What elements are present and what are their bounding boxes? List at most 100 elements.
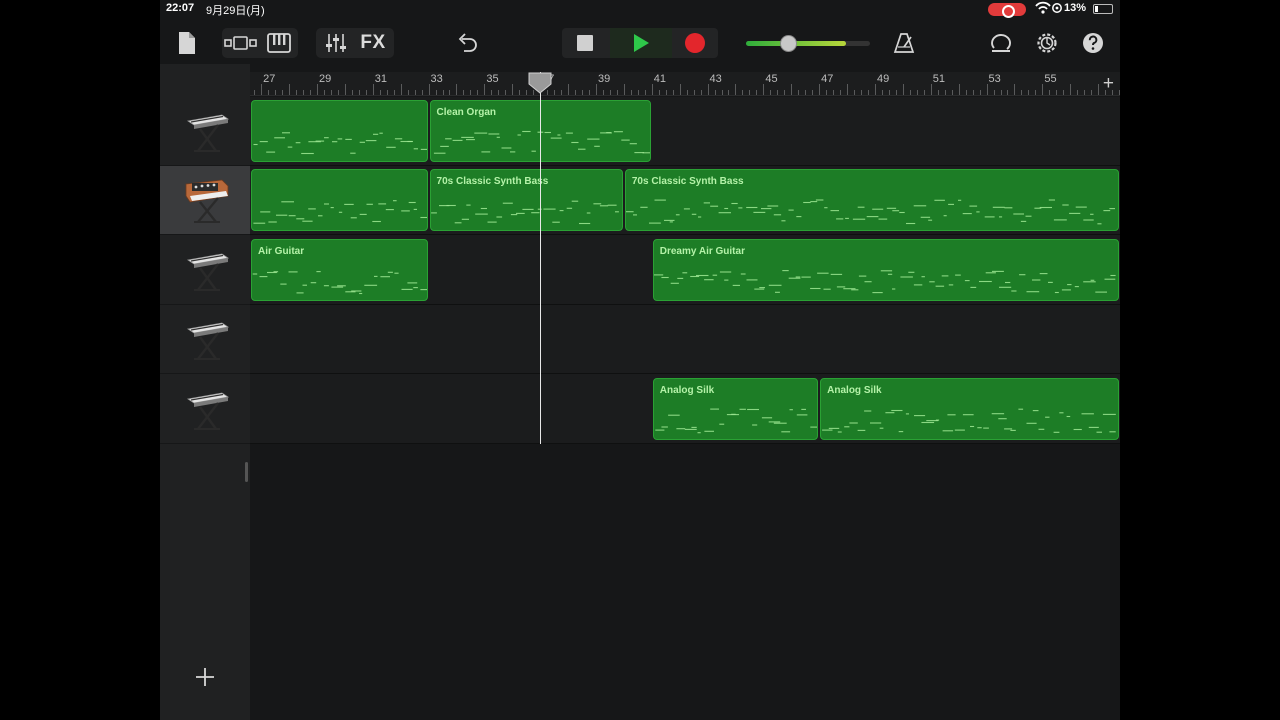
ruler-tick [693, 90, 695, 95]
status-date: 9月29日(月) [206, 5, 265, 17]
ruler-tick [595, 84, 597, 95]
tracks-view-button[interactable] [222, 28, 260, 58]
track-lane-1[interactable]: Clean Organ [250, 97, 1120, 166]
keyboard-view-button[interactable] [262, 28, 296, 58]
ruler-tick [735, 84, 737, 95]
ruler-tick [407, 90, 409, 95]
volume-knob[interactable] [780, 35, 798, 52]
ruler-tick [316, 84, 318, 95]
region-label: Air Guitar [258, 245, 305, 257]
midi-region[interactable] [251, 169, 428, 232]
ruler-tick [881, 90, 883, 95]
track-lane-4[interactable] [250, 305, 1120, 375]
playhead-handle[interactable] [528, 72, 552, 94]
record-button[interactable] [680, 28, 710, 58]
document-icon [179, 32, 195, 54]
track-instrument-icon[interactable] [182, 172, 230, 228]
track-header-3[interactable] [160, 236, 250, 305]
ruler-bar-number: 47 [821, 73, 834, 85]
ruler-bar-number: 53 [988, 73, 1001, 85]
midi-region[interactable] [251, 100, 428, 162]
track-header-1[interactable] [160, 97, 250, 166]
master-volume-slider[interactable] [746, 35, 870, 52]
ruler-tick [923, 90, 925, 95]
ruler-tick [1084, 90, 1086, 95]
track-header-5[interactable] [160, 375, 250, 444]
ruler-tick [909, 90, 911, 95]
ruler-tick [289, 84, 291, 95]
track-instrument-icon[interactable] [182, 381, 230, 437]
track-instrument-icon[interactable] [182, 242, 230, 298]
track-header-4[interactable] [160, 305, 250, 375]
tracks-view-icon [224, 36, 257, 50]
ruler-bar-number: 33 [430, 73, 443, 85]
ruler-tick [833, 90, 835, 95]
ruler-tick [798, 90, 800, 95]
settings-button[interactable] [1032, 28, 1062, 58]
track-header-column [160, 64, 250, 720]
mixer-button[interactable] [320, 28, 352, 58]
ruler-tick [484, 84, 486, 95]
midi-region[interactable]: 70s Classic Synth Bass [624, 169, 1119, 232]
ruler-tick [428, 84, 430, 95]
midi-region[interactable]: Analog Silk [820, 377, 1119, 440]
timeline-ruler[interactable]: 272931333537394143454749515355 + [250, 72, 1120, 96]
track-lane-2[interactable]: 70s Classic Synth Bass 70s Classic Synth … [250, 166, 1120, 236]
region-label: Analog Silk [659, 384, 715, 396]
ruler-tick [847, 84, 849, 95]
help-button[interactable] [1078, 28, 1108, 58]
ruler-tick [372, 84, 374, 95]
track-header-2[interactable] [160, 166, 250, 236]
region-label: Dreamy Air Guitar [659, 245, 745, 257]
ruler-tick [770, 90, 772, 95]
midi-region[interactable]: Dreamy Air Guitar [652, 238, 1119, 301]
help-icon [1083, 33, 1103, 53]
ruler-tick [379, 90, 381, 95]
loop-browser-button[interactable] [986, 28, 1016, 58]
midi-region[interactable]: Air Guitar [251, 238, 428, 301]
header-resize-handle[interactable] [245, 462, 248, 482]
ruler-tick [972, 90, 974, 95]
undo-button[interactable] [452, 28, 482, 58]
fx-button[interactable]: FX [356, 28, 390, 58]
ruler-tick [874, 84, 876, 95]
tracks-area[interactable]: Clean Organ 70s Classic Synth Bass 70s Cla… [250, 97, 1120, 720]
ruler-bar-number: 43 [709, 73, 722, 85]
track-instrument-icon[interactable] [182, 311, 230, 367]
stop-button[interactable] [570, 28, 600, 58]
midi-region[interactable]: Analog Silk [652, 377, 819, 440]
ruler-tick [568, 84, 570, 95]
ruler-tick [386, 90, 388, 95]
ruler-tick [609, 90, 611, 95]
metronome-button[interactable] [890, 28, 918, 58]
track-lane-5[interactable]: Analog Silk Analog Silk [250, 375, 1120, 444]
ruler-bar-number: 49 [876, 73, 890, 85]
ruler-tick [303, 90, 304, 95]
ruler-tick [261, 84, 263, 95]
ruler-tick [1098, 84, 1100, 95]
track-lane-3[interactable]: Air Guitar Dreamy Air Guitar [250, 236, 1120, 305]
ruler-tick [1070, 84, 1072, 95]
ruler-tick [1014, 84, 1016, 95]
piano-keys-icon [267, 33, 291, 53]
ruler-tick [658, 90, 660, 95]
ruler-tick [1091, 90, 1093, 95]
ruler-tick [323, 90, 325, 95]
keyboard-stand-icon [186, 114, 230, 152]
ruler-tick [819, 84, 821, 95]
stop-icon [577, 35, 593, 51]
ruler-tick [665, 90, 667, 95]
track-instrument-icon[interactable] [182, 103, 230, 159]
ruler-tick [330, 90, 332, 95]
add-section-button[interactable]: + [1103, 73, 1114, 95]
undo-icon [458, 33, 477, 52]
ruler-tick [714, 90, 716, 95]
ruler-tick [1063, 90, 1065, 95]
add-track-button[interactable] [193, 665, 217, 689]
my-songs-button[interactable] [174, 28, 200, 58]
playhead-line [540, 72, 542, 444]
ruler-tick [575, 90, 577, 95]
play-button[interactable] [610, 28, 672, 58]
ruler-tick [582, 90, 583, 95]
midi-region[interactable]: 70s Classic Synth Bass [429, 169, 623, 232]
